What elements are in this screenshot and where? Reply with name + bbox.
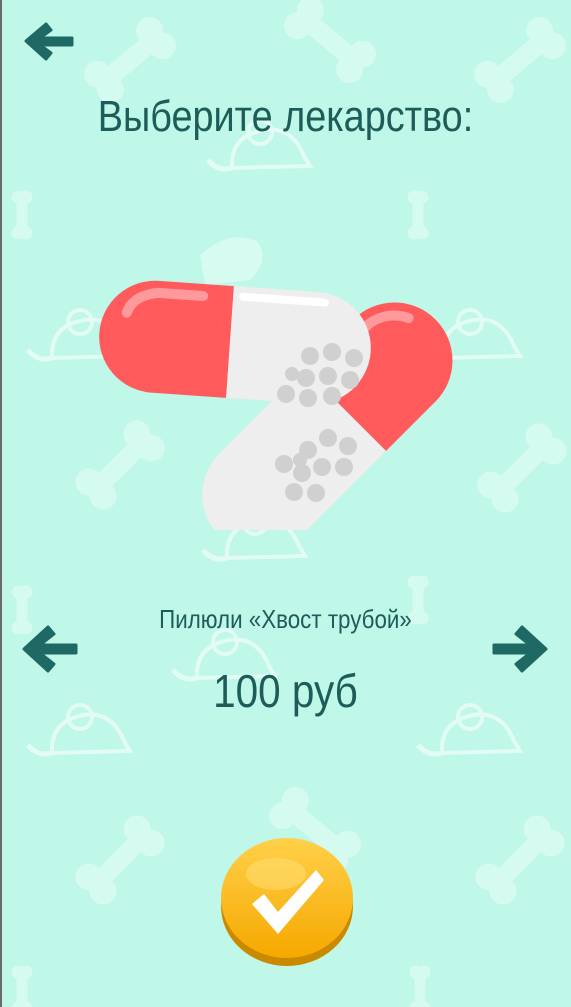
page-title: Выберите лекарство:	[97, 92, 474, 141]
medicine-name: Пилюли «Хвост трубой»	[159, 604, 412, 634]
screen-edge	[0, 0, 2, 1007]
confirm-button[interactable]	[218, 834, 356, 968]
medicine-select-screen: Выберите лекарство: Пилюли «Хвост трубой…	[0, 0, 571, 1007]
back-button[interactable]	[20, 18, 78, 64]
medicine-price: 100 руб	[213, 665, 358, 717]
arrow-left-icon	[22, 625, 78, 673]
previous-item-button[interactable]	[18, 620, 82, 678]
next-item-button[interactable]	[488, 620, 552, 678]
arrow-left-icon	[24, 22, 74, 61]
capsule-pills-icon	[99, 280, 453, 530]
arrow-right-icon	[492, 625, 548, 673]
